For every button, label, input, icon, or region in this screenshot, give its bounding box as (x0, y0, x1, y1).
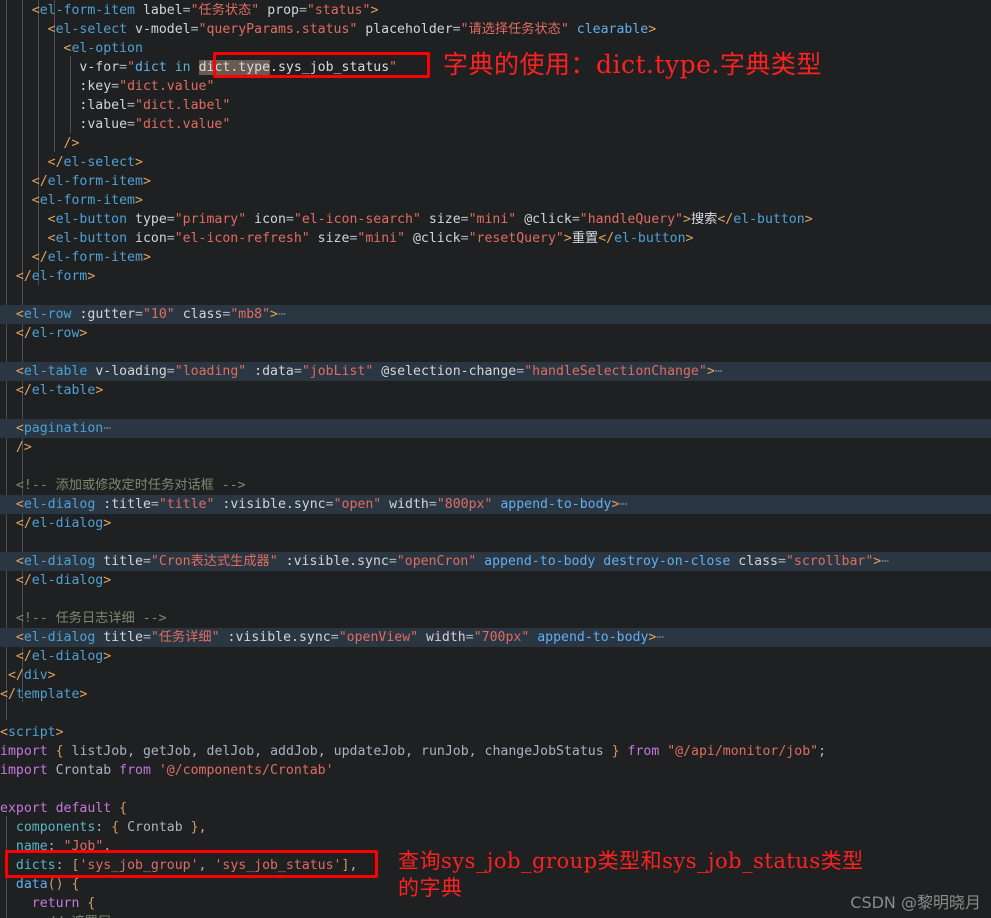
code-line-blank[interactable] (0, 533, 991, 552)
code-line-blank[interactable] (0, 704, 991, 723)
code-line[interactable]: </el-form-item> (0, 248, 991, 267)
code-line-blank[interactable] (0, 400, 991, 419)
annotation-dict-usage: 字典的使用：dict.type.字典类型 (443, 50, 822, 79)
code-line[interactable]: </el-form> (0, 267, 991, 286)
code-line-import[interactable]: import Crontab from '@/components/Cronta… (0, 761, 991, 780)
csdn-watermark: CSDN @黎明晓月 (850, 893, 981, 912)
code-line[interactable]: </el-dialog> (0, 571, 991, 590)
code-line[interactable]: <el-row :gutter="10" class="mb8">⋯ (0, 305, 991, 324)
annotation-dicts-line2: 的字典 (398, 876, 463, 900)
annotation-dicts-declaration: 查询sys_job_group类型和sys_job_status类型 的字典 (398, 848, 864, 902)
code-line[interactable]: </el-dialog> (0, 647, 991, 666)
code-line-comment[interactable]: <!-- 任务日志详细 --> (0, 609, 991, 628)
code-line[interactable]: export default { (0, 799, 991, 818)
code-line[interactable]: :label="dict.label" (0, 96, 991, 115)
code-line[interactable]: <pagination⋯ (0, 419, 991, 438)
code-line[interactable]: </el-dialog> (0, 514, 991, 533)
code-line-blank[interactable] (0, 457, 991, 476)
code-line[interactable]: <el-button icon="el-icon-refresh" size="… (0, 229, 991, 248)
code-line[interactable]: <el-table v-loading="loading" :data="job… (0, 362, 991, 381)
code-line[interactable]: <el-dialog :title="title" :visible.sync=… (0, 495, 991, 514)
code-line[interactable]: </div> (0, 666, 991, 685)
code-line[interactable]: <el-dialog title="任务详细" :visible.sync="o… (0, 628, 991, 647)
code-line[interactable]: </template> (0, 685, 991, 704)
code-line[interactable]: <el-form-item> (0, 191, 991, 210)
code-line[interactable]: <el-dialog title="Cron表达式生成器" :visible.s… (0, 552, 991, 571)
code-line[interactable]: /> (0, 134, 991, 153)
code-line-blank[interactable] (0, 590, 991, 609)
code-line-import[interactable]: import { listJob, getJob, delJob, addJob… (0, 742, 991, 761)
annotation-dicts-line1: 查询sys_job_group类型和sys_job_status类型 (398, 849, 864, 873)
code-line-blank[interactable] (0, 780, 991, 799)
code-editor[interactable]: <el-form-item label="任务状态" prop="status"… (0, 0, 991, 918)
code-line-blank[interactable] (0, 286, 991, 305)
code-line-comment[interactable]: <!-- 添加或修改定时任务对话框 --> (0, 476, 991, 495)
code-line[interactable]: <el-select v-model="queryParams.status" … (0, 20, 991, 39)
code-line[interactable]: /> (0, 438, 991, 457)
code-line-blank[interactable] (0, 343, 991, 362)
code-line[interactable]: <script> (0, 723, 991, 742)
code-line[interactable]: <el-button type="primary" icon="el-icon-… (0, 210, 991, 229)
code-line[interactable]: </el-select> (0, 153, 991, 172)
code-line[interactable]: </el-form-item> (0, 172, 991, 191)
code-line[interactable]: <el-form-item label="任务状态" prop="status"… (0, 1, 991, 20)
code-line[interactable]: </el-table> (0, 381, 991, 400)
code-line[interactable]: :value="dict.value" (0, 115, 991, 134)
code-line-comment[interactable]: // 遮罩层 (0, 913, 991, 918)
code-line[interactable]: components: { Crontab }, (0, 818, 991, 837)
code-line[interactable]: </el-row> (0, 324, 991, 343)
